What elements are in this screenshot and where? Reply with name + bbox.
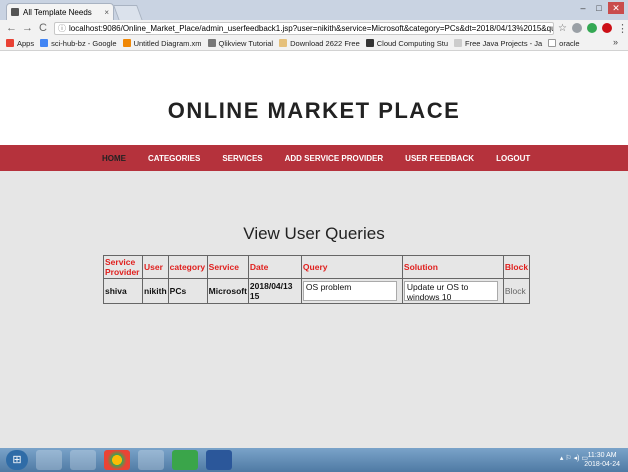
address-bar[interactable]: ⓘ localhost:9086/Online_Market_Place/adm… bbox=[54, 21, 554, 35]
col-category: category bbox=[167, 255, 208, 279]
table-header-row: Service Provider User category Service D… bbox=[103, 255, 531, 279]
bookmark-java-projects[interactable]: Free Java Projects - Ja bbox=[454, 39, 542, 48]
query-textarea[interactable]: OS problem bbox=[302, 281, 397, 301]
tab-title: All Template Needs bbox=[23, 7, 92, 17]
col-user: User bbox=[142, 255, 169, 279]
cell-block: Block bbox=[502, 278, 531, 304]
page-favicon-icon bbox=[11, 8, 19, 16]
back-arrow-icon[interactable]: ← bbox=[6, 22, 17, 34]
main-navbar: HOME CATEGORIES SERVICES ADD SERVICE PRO… bbox=[0, 145, 628, 171]
nav-user-feedback[interactable]: USER FEEDBACK bbox=[405, 154, 474, 163]
word-taskbar-button[interactable] bbox=[206, 450, 232, 470]
text-icon bbox=[454, 39, 463, 47]
nav-add-service-provider[interactable]: ADD SERVICE PROVIDER bbox=[285, 154, 384, 163]
cell-solution: Update ur OS to windows 10 bbox=[401, 278, 504, 304]
bookmark-star-icon[interactable]: ☆ bbox=[558, 23, 567, 34]
bookmark-label: Download 2622 Free bbox=[290, 38, 360, 48]
bookmark-download[interactable]: Download 2622 Free bbox=[279, 39, 360, 48]
bookmark-apps[interactable]: Apps bbox=[6, 39, 34, 48]
taskbar-clock[interactable]: 11:30 AM 2018-04-24 bbox=[584, 451, 620, 469]
bookmark-label: oracle bbox=[559, 38, 580, 48]
chrome-taskbar-button[interactable] bbox=[104, 450, 130, 470]
nav-categories[interactable]: CATEGORIES bbox=[148, 154, 200, 163]
clock-time: 11:30 AM bbox=[587, 452, 617, 459]
cell-user: nikith bbox=[142, 278, 169, 304]
google-icon bbox=[40, 39, 49, 47]
cell-service: Microsoft bbox=[206, 278, 249, 304]
bookmark-scihub[interactable]: sci-hub-bz - Google bbox=[40, 38, 117, 48]
nav-home[interactable]: HOME bbox=[102, 154, 126, 163]
bookmarks-bar: Apps sci-hub-bz - Google Untitled Diagra… bbox=[0, 36, 628, 51]
page-info-icon[interactable]: ⓘ bbox=[58, 23, 66, 34]
col-date: Date bbox=[247, 255, 302, 279]
cell-date: 2018/04/13 15 bbox=[247, 278, 302, 304]
site-title: ONLINE MARKET PLACE bbox=[167, 98, 461, 123]
drawio-icon bbox=[122, 39, 131, 47]
address-text: localhost:9086/Online_Market_Place/admin… bbox=[69, 23, 554, 33]
minimize-button[interactable]: – bbox=[576, 2, 590, 14]
bookmark-label: Free Java Projects - Ja bbox=[465, 38, 543, 48]
clock-date: 2018-04-24 bbox=[584, 461, 620, 468]
folder-icon bbox=[279, 39, 288, 47]
bookmark-cloud-computing[interactable]: Cloud Computing Stu bbox=[365, 38, 449, 48]
cell-provider: shiva bbox=[103, 278, 143, 304]
opera-extension-icon[interactable] bbox=[601, 23, 612, 33]
block-link[interactable]: Block bbox=[505, 286, 526, 296]
cell-query: OS problem bbox=[300, 278, 403, 304]
os-taskbar: ⊞ ▴ ⚐ ◂) ▭ 11:30 AM 2018-04-24 bbox=[0, 448, 628, 472]
page-title: View User Queries bbox=[243, 224, 385, 243]
qlikview-taskbar-button[interactable] bbox=[172, 450, 198, 470]
site-icon bbox=[365, 39, 374, 47]
user-queries-table: Service Provider User category Service D… bbox=[103, 255, 531, 304]
qlikview-icon bbox=[207, 39, 216, 47]
bookmark-oracle[interactable]: oracle bbox=[548, 38, 580, 48]
cell-category: PCs bbox=[167, 278, 208, 304]
visual-studio-taskbar-button[interactable] bbox=[70, 450, 96, 470]
bookmark-label: Untitled Diagram.xm bbox=[133, 38, 202, 48]
browser-toolbar: ← → C ⓘ localhost:9086/Online_Market_Pla… bbox=[0, 20, 628, 36]
bookmark-untitled-diagram[interactable]: Untitled Diagram.xm bbox=[122, 38, 202, 48]
new-tab-button[interactable] bbox=[113, 5, 143, 21]
page-icon bbox=[548, 39, 557, 47]
reload-icon[interactable]: C bbox=[38, 22, 48, 34]
maximize-button[interactable]: □ bbox=[592, 2, 606, 14]
col-query: Query bbox=[300, 255, 403, 279]
bookmark-label: Qlikview Tutorial bbox=[218, 38, 274, 48]
window-controls: – □ ✕ bbox=[576, 2, 624, 14]
nav-services[interactable]: SERVICES bbox=[222, 154, 262, 163]
col-service-provider: Service Provider bbox=[103, 255, 143, 279]
tab-close-icon[interactable]: × bbox=[104, 8, 109, 17]
browser-tab[interactable]: All Template Needs × bbox=[6, 3, 114, 20]
col-service: Service bbox=[206, 255, 249, 279]
apps-grid-icon bbox=[6, 39, 14, 47]
nav-logout[interactable]: LOGOUT bbox=[496, 154, 530, 163]
bookmark-qlikview[interactable]: Qlikview Tutorial bbox=[207, 38, 274, 48]
start-button[interactable]: ⊞ bbox=[6, 450, 28, 470]
col-block: Block bbox=[502, 255, 531, 279]
forward-arrow-icon[interactable]: → bbox=[22, 22, 33, 34]
more-bookmarks-icon[interactable]: » bbox=[613, 37, 618, 47]
virtualbox-taskbar-button[interactable] bbox=[138, 450, 164, 470]
col-solution: Solution bbox=[401, 255, 504, 279]
table-row: shiva nikith PCs Microsoft 2018/04/13 15… bbox=[103, 278, 531, 304]
solution-textarea[interactable]: Update ur OS to windows 10 bbox=[403, 281, 498, 301]
extension-icon[interactable] bbox=[571, 23, 582, 33]
bookmark-label: Cloud Computing Stu bbox=[376, 38, 449, 48]
close-window-button[interactable]: ✕ bbox=[608, 2, 624, 14]
chrome-extension-icon[interactable] bbox=[586, 23, 597, 33]
browser-tab-strip: All Template Needs × – □ ✕ bbox=[0, 0, 628, 21]
bookmark-label: Apps bbox=[17, 38, 35, 48]
menu-dots-icon[interactable]: ⋮ bbox=[617, 22, 628, 35]
explorer-taskbar-button[interactable] bbox=[36, 450, 62, 470]
bookmark-label: sci-hub-bz - Google bbox=[51, 38, 117, 48]
